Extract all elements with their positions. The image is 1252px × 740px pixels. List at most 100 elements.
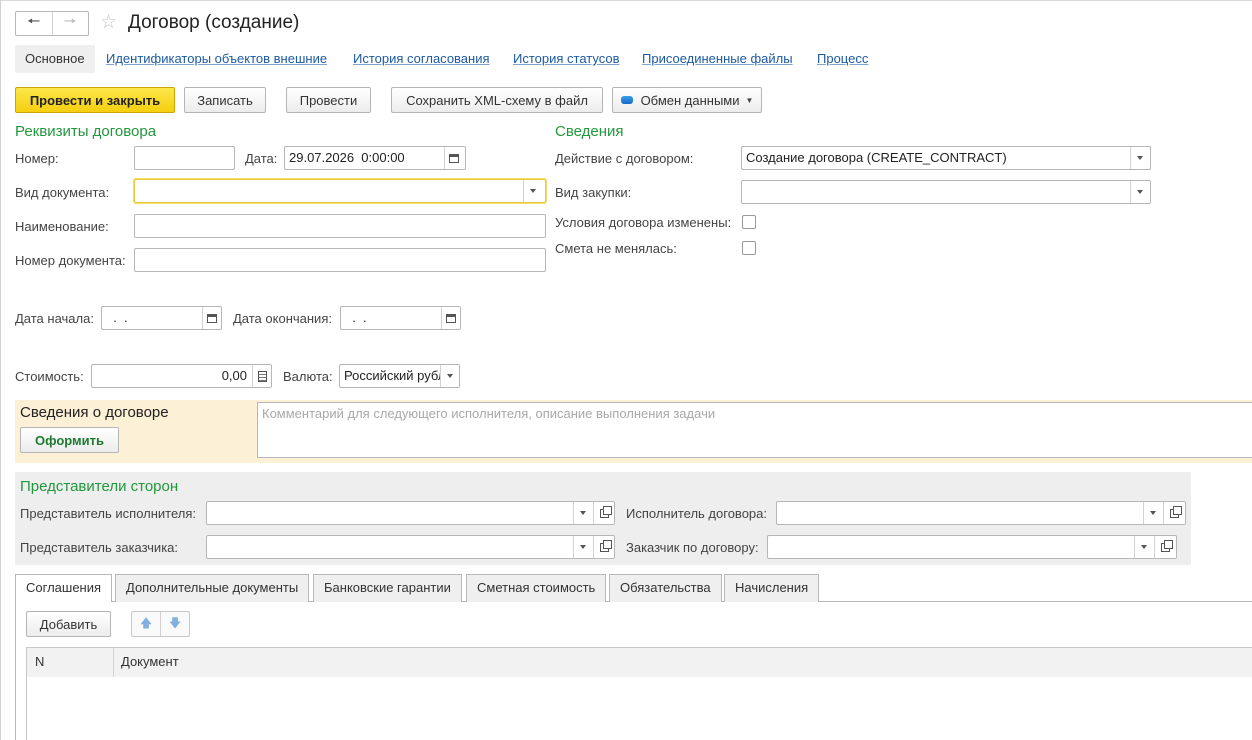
tab-main[interactable]: Основное bbox=[15, 45, 95, 73]
issue-button[interactable]: Оформить bbox=[20, 427, 119, 453]
exec-rep-dropdown-button[interactable] bbox=[573, 502, 592, 524]
tab-agreements[interactable]: Соглашения bbox=[15, 574, 113, 603]
contract-exec-label: Исполнитель договора: bbox=[626, 506, 767, 521]
tab-obligations[interactable]: Обязательства bbox=[609, 574, 722, 602]
chevron-down-icon: ▼ bbox=[745, 95, 754, 105]
conditions-changed-label: Условия договора изменены: bbox=[555, 215, 732, 230]
open-icon bbox=[1170, 505, 1182, 518]
number-input[interactable] bbox=[134, 146, 235, 170]
agreements-table-body[interactable] bbox=[26, 677, 1252, 740]
tab-attached-files[interactable]: Присоединенные файлы bbox=[642, 45, 793, 73]
exec-rep-input[interactable] bbox=[206, 501, 615, 525]
name-label: Наименование: bbox=[15, 219, 109, 234]
tab-estimate-cost[interactable]: Сметная стоимость bbox=[466, 574, 607, 602]
exec-rep-label: Представитель исполнителя: bbox=[20, 506, 197, 521]
end-date-input[interactable]: . . bbox=[340, 306, 461, 330]
agreements-table-header bbox=[26, 647, 1252, 678]
start-date-input[interactable]: . . bbox=[101, 306, 222, 330]
number-label: Номер: bbox=[15, 151, 59, 166]
doc-type-dropdown-button[interactable] bbox=[523, 180, 542, 202]
save-button[interactable]: Записать bbox=[184, 87, 266, 113]
comment-textarea[interactable]: Комментарий для следующего исполнителя, … bbox=[257, 402, 1252, 458]
chevron-down-icon bbox=[580, 511, 586, 515]
data-exchange-icon bbox=[620, 96, 633, 104]
calendar-icon bbox=[449, 153, 459, 163]
end-date-value: . . bbox=[345, 310, 367, 325]
cost-calculator-button[interactable] bbox=[252, 365, 271, 387]
chevron-down-icon bbox=[1137, 156, 1143, 160]
date-label: Дата: bbox=[245, 151, 278, 166]
tab-accruals[interactable]: Начисления bbox=[724, 574, 820, 602]
column-header-document[interactable]: Документ bbox=[113, 647, 179, 678]
purchase-type-dropdown-button[interactable] bbox=[1130, 181, 1149, 203]
start-date-calendar-button[interactable] bbox=[202, 307, 221, 329]
info-title: Сведения bbox=[555, 123, 624, 140]
name-input[interactable] bbox=[134, 214, 546, 238]
contract-action-dropdown-button[interactable] bbox=[1130, 147, 1149, 169]
contract-exec-input[interactable] bbox=[776, 501, 1186, 525]
column-header-number[interactable]: N bbox=[27, 647, 44, 678]
data-exchange-button[interactable]: Обмен данными ▼ bbox=[612, 87, 762, 113]
cost-input[interactable]: 0,00 bbox=[91, 364, 272, 388]
estimate-unchanged-checkbox[interactable] bbox=[742, 241, 756, 255]
window-left-border bbox=[0, 0, 1, 740]
move-up-icon[interactable]: 🡅 bbox=[132, 612, 160, 636]
cust-rep-input[interactable] bbox=[206, 535, 615, 559]
back-arrow-icon[interactable]: 🠔 bbox=[16, 12, 52, 35]
move-buttons: 🡅 🡇 bbox=[131, 611, 190, 637]
start-date-value: . . bbox=[106, 310, 128, 325]
contract-info-title: Сведения о договоре bbox=[20, 404, 169, 421]
purchase-type-input[interactable] bbox=[741, 180, 1151, 204]
estimate-unchanged-label: Смета не менялась: bbox=[555, 241, 677, 256]
calendar-icon bbox=[207, 313, 217, 323]
open-icon bbox=[599, 539, 612, 552]
tab-process[interactable]: Процесс bbox=[817, 45, 868, 73]
nav-buttons: 🠔 🠖 bbox=[15, 11, 89, 36]
contract-action-label: Действие с договором: bbox=[555, 151, 694, 166]
tab-bank-guarantees[interactable]: Банковские гарантии bbox=[313, 574, 462, 602]
date-input[interactable]: 29.07.2026 0:00:00 bbox=[284, 146, 466, 170]
conditions-changed-checkbox[interactable] bbox=[742, 215, 756, 229]
cust-rep-dropdown-button[interactable] bbox=[573, 536, 592, 558]
cust-contract-open-button[interactable] bbox=[1154, 536, 1176, 558]
forward-arrow-icon[interactable]: 🠖 bbox=[51, 12, 89, 35]
tab-status-history[interactable]: История статусов bbox=[513, 45, 620, 73]
cust-rep-open-button[interactable] bbox=[593, 536, 614, 558]
currency-input[interactable]: Российский рубль bbox=[339, 364, 460, 388]
post-button[interactable]: Провести bbox=[286, 87, 371, 113]
cost-label: Стоимость: bbox=[15, 369, 84, 384]
contract-exec-dropdown-button[interactable] bbox=[1143, 502, 1162, 524]
chevron-down-icon bbox=[447, 374, 453, 378]
currency-dropdown-button[interactable] bbox=[440, 365, 459, 387]
exec-rep-open-button[interactable] bbox=[593, 502, 614, 524]
purchase-type-label: Вид закупки: bbox=[555, 185, 632, 200]
cust-contract-input[interactable] bbox=[767, 535, 1177, 559]
save-xml-button[interactable]: Сохранить XML-схему в файл bbox=[391, 87, 603, 113]
open-icon bbox=[1161, 539, 1173, 552]
contract-action-input[interactable]: Создание договора (CREATE_CONTRACT) bbox=[741, 146, 1151, 170]
tab-approval-history[interactable]: История согласования bbox=[353, 45, 490, 73]
doc-type-input[interactable] bbox=[134, 179, 546, 203]
chevron-down-icon bbox=[530, 189, 536, 193]
cust-contract-dropdown-button[interactable] bbox=[1134, 536, 1153, 558]
move-down-icon[interactable]: 🡇 bbox=[160, 612, 189, 636]
cost-value: 0,00 bbox=[221, 368, 247, 383]
add-button[interactable]: Добавить bbox=[26, 611, 111, 637]
chevron-down-icon bbox=[580, 545, 586, 549]
date-calendar-button[interactable] bbox=[444, 147, 463, 169]
chevron-down-icon bbox=[1141, 545, 1147, 549]
currency-value: Российский рубль bbox=[344, 368, 453, 383]
tab-external-ids[interactable]: Идентификаторы объектов внешние bbox=[106, 45, 327, 73]
cust-contract-label: Заказчик по договору: bbox=[626, 540, 759, 555]
contract-exec-open-button[interactable] bbox=[1163, 502, 1185, 524]
calculator-icon bbox=[257, 370, 267, 382]
data-exchange-label: Обмен данными bbox=[640, 92, 740, 108]
chevron-down-icon bbox=[1137, 190, 1143, 194]
currency-label: Валюта: bbox=[283, 369, 333, 384]
favorite-star-icon[interactable]: ☆ bbox=[100, 12, 117, 34]
tab-additional-documents[interactable]: Дополнительные документы bbox=[115, 574, 310, 602]
doc-number-input[interactable] bbox=[134, 248, 546, 272]
end-date-calendar-button[interactable] bbox=[441, 307, 460, 329]
end-date-label: Дата окончания: bbox=[233, 311, 332, 326]
post-and-close-button[interactable]: Провести и закрыть bbox=[15, 87, 175, 113]
